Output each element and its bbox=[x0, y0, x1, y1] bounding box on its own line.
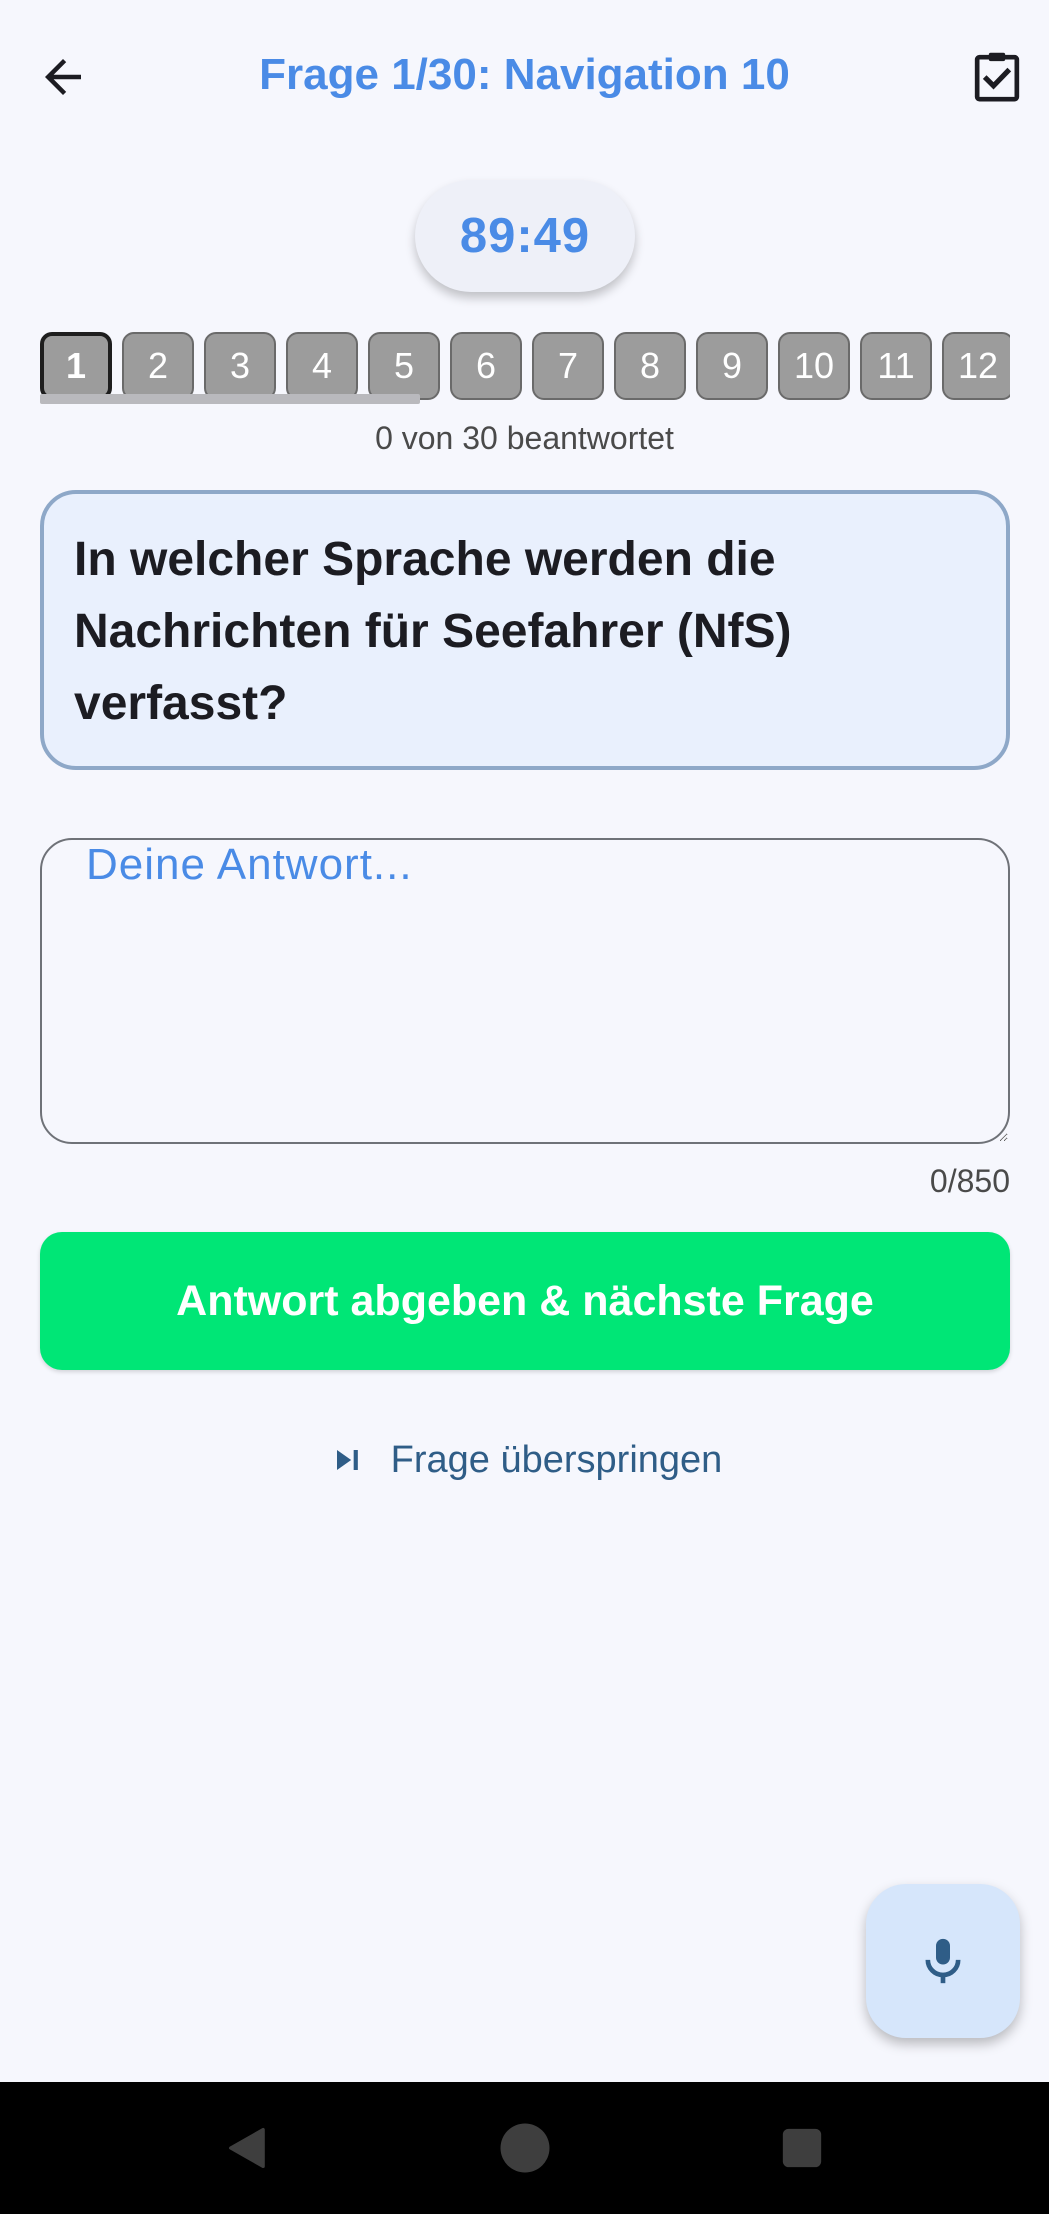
back-button[interactable] bbox=[28, 42, 98, 112]
exam-timer: 89:49 bbox=[415, 180, 635, 292]
character-counter: 0/850 bbox=[929, 1163, 1010, 1199]
answer-input[interactable] bbox=[42, 840, 1008, 1142]
square-recents-icon bbox=[782, 2128, 822, 2168]
system-home-button[interactable] bbox=[487, 2110, 563, 2186]
question-nav-item-11[interactable]: 11 bbox=[860, 332, 932, 400]
skip-question-button[interactable]: Frage überspringen bbox=[0, 1430, 1049, 1490]
clipboard-check-icon bbox=[974, 52, 1020, 102]
question-navigator-scrollbar[interactable] bbox=[40, 394, 420, 404]
question-nav-item-7[interactable]: 7 bbox=[532, 332, 604, 400]
system-navigation-bar bbox=[0, 2082, 1049, 2214]
system-recents-button[interactable] bbox=[764, 2110, 840, 2186]
voice-input-button[interactable] bbox=[866, 1884, 1020, 2038]
finish-exam-button[interactable] bbox=[960, 40, 1034, 114]
skip-next-icon bbox=[336, 1450, 358, 1470]
question-text: In welcher Sprache werden die Nachrichte… bbox=[74, 533, 792, 730]
circle-home-icon bbox=[500, 2123, 550, 2173]
progress-text: 0 von 30 beantwortet bbox=[375, 420, 674, 456]
system-back-button[interactable] bbox=[210, 2110, 286, 2186]
question-nav-item-3[interactable]: 3 bbox=[204, 332, 276, 400]
question-navigator-track: 1 2 3 4 5 6 7 8 9 10 11 12 bbox=[40, 332, 1010, 400]
page-title: Frage 1/30: Navigation 10 bbox=[259, 50, 790, 99]
question-nav-item-8[interactable]: 8 bbox=[614, 332, 686, 400]
question-nav-item-6[interactable]: 6 bbox=[450, 332, 522, 400]
question-nav-item-5[interactable]: 5 bbox=[368, 332, 440, 400]
question-nav-item-10[interactable]: 10 bbox=[778, 332, 850, 400]
question-nav-item-2[interactable]: 2 bbox=[122, 332, 194, 400]
skip-question-label: Frage überspringen bbox=[390, 1438, 723, 1481]
submit-answer-button[interactable]: Antwort abgeben & nächste Frage bbox=[40, 1232, 1010, 1370]
question-nav-item-4[interactable]: 4 bbox=[286, 332, 358, 400]
answer-field[interactable] bbox=[40, 838, 1010, 1144]
question-nav-item-9[interactable]: 9 bbox=[696, 332, 768, 400]
triangle-back-icon bbox=[229, 2127, 265, 2169]
question-card: In welcher Sprache werden die Nachrichte… bbox=[40, 490, 1010, 770]
app-bar: Frage 1/30: Navigation 10 bbox=[0, 0, 1049, 160]
arrow-left-icon bbox=[45, 59, 81, 95]
microphone-icon bbox=[925, 1938, 961, 1984]
question-nav-item-1[interactable]: 1 bbox=[40, 332, 112, 400]
question-nav-item-12[interactable]: 12 bbox=[942, 332, 1010, 400]
